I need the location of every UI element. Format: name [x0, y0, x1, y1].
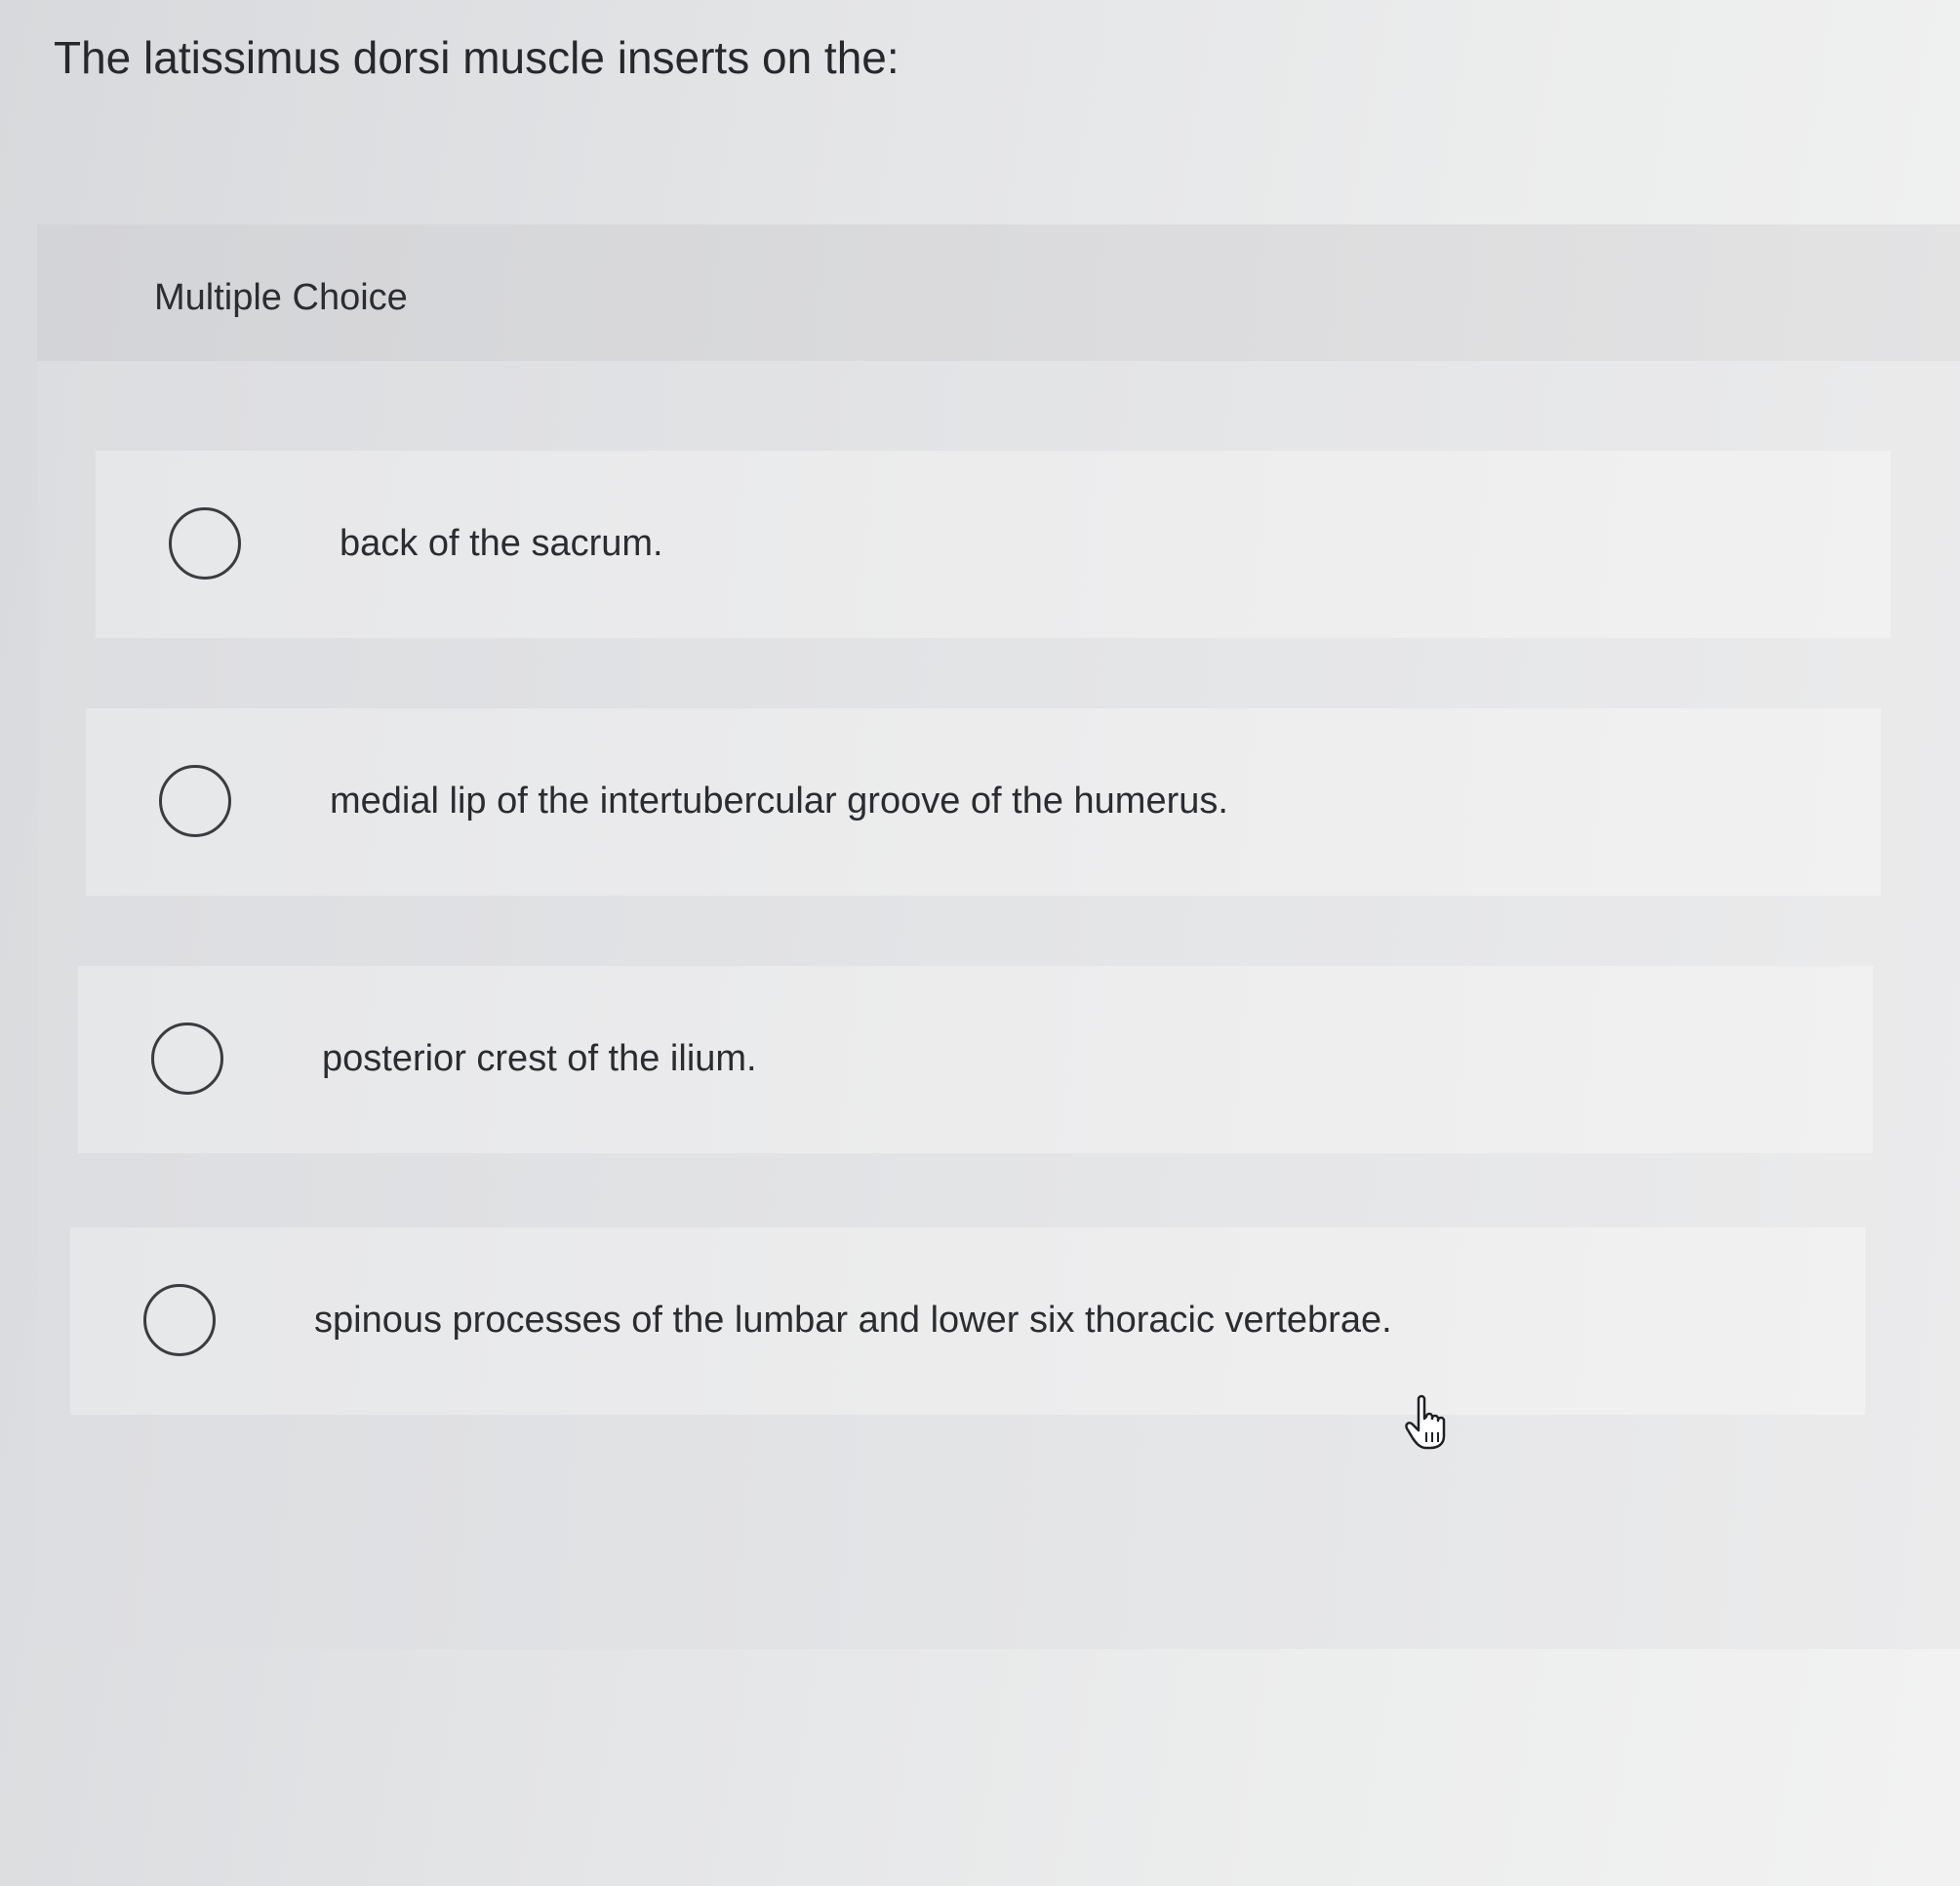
- radio-button[interactable]: [143, 1284, 216, 1356]
- radio-button[interactable]: [151, 1023, 223, 1095]
- answer-option[interactable]: posterior crest of the ilium.: [78, 966, 1873, 1153]
- hand-pointer-icon: [1405, 1394, 1446, 1450]
- answer-option[interactable]: medial lip of the intertubercular groove…: [86, 708, 1881, 896]
- question-text: The latissimus dorsi muscle inserts on t…: [54, 32, 900, 83]
- radio-button[interactable]: [169, 507, 241, 580]
- multiple-choice-panel: Multiple Choice back of the sacrum. medi…: [37, 224, 1960, 1649]
- answer-option-label: medial lip of the intertubercular groove…: [330, 781, 1228, 822]
- answer-option-label: back of the sacrum.: [340, 523, 663, 564]
- answer-option-label: spinous processes of the lumbar and lowe…: [314, 1300, 1392, 1341]
- radio-button[interactable]: [159, 765, 231, 837]
- answer-option-label: posterior crest of the ilium.: [322, 1038, 757, 1079]
- answer-option[interactable]: back of the sacrum.: [96, 451, 1891, 638]
- multiple-choice-header: Multiple Choice: [37, 224, 1960, 361]
- answer-option[interactable]: spinous processes of the lumbar and lowe…: [70, 1227, 1865, 1415]
- multiple-choice-label: Multiple Choice: [154, 277, 408, 318]
